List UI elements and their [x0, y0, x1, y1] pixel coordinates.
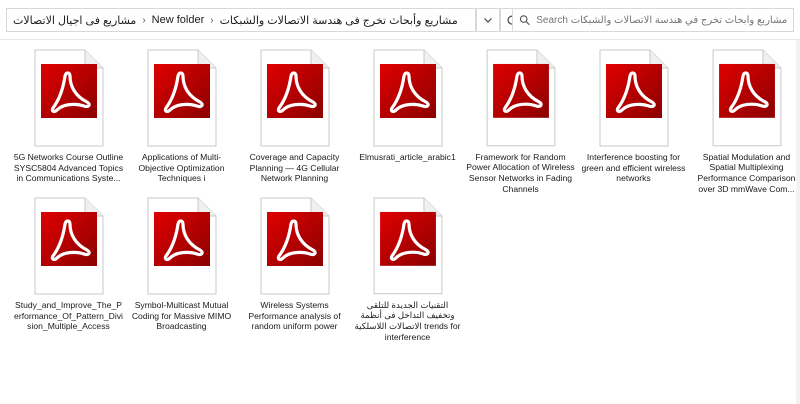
- search-icon: [519, 15, 530, 26]
- file-name: Spatial Modulation and Spatial Multiplex…: [697, 151, 796, 194]
- file-name: التقنيات الجديدة للتلقى وتخفيف التداخل ف…: [354, 299, 461, 342]
- file-item[interactable]: التقنيات الجديدة للتلقى وتخفيف التداخل ف…: [351, 194, 464, 342]
- file-item[interactable]: Symbol-Multicast Mutual Coding for Massi…: [125, 194, 238, 342]
- pdf-file-icon: [147, 197, 216, 295]
- file-item[interactable]: Applications of Multi-Objective Optimiza…: [125, 46, 238, 194]
- file-item[interactable]: Elmusrati_article_arabic1: [351, 46, 464, 194]
- file-grid: 5G Networks Course Outline SYSC5804 Adva…: [12, 46, 800, 342]
- file-name: Framework for Random Power Allocation of…: [466, 151, 575, 194]
- file-name: Applications of Multi-Objective Optimiza…: [138, 152, 225, 184]
- file-item[interactable]: Coverage and Capacity Planning — 4G Cell…: [238, 46, 351, 194]
- pdf-file-icon: [373, 197, 442, 295]
- breadcrumb-item[interactable]: مشاريع وأبحاث تخرج فى هندسة الاتصالات وا…: [220, 14, 458, 27]
- file-list-view: 5G Networks Course Outline SYSC5804 Adva…: [0, 40, 800, 404]
- pdf-file-icon: [486, 49, 555, 147]
- breadcrumb-item[interactable]: مشاريع فى اجيال الاتصالات: [13, 14, 136, 27]
- file-name: Elmusrati_article_arabic1: [359, 152, 456, 162]
- file-item[interactable]: Spatial Modulation and Spatial Multiplex…: [690, 46, 800, 194]
- file-name: Study_and_Improve_The_Performance_Of_Pat…: [14, 300, 123, 332]
- address-bar[interactable]: مشاريع فى اجيال الاتصالات › New folder ›…: [6, 8, 476, 32]
- breadcrumb-separator-icon: ›: [210, 14, 214, 26]
- file-item[interactable]: Interference boosting for green and effi…: [577, 46, 690, 194]
- pdf-file-icon: [260, 49, 329, 147]
- pdf-file-icon: [712, 49, 781, 147]
- file-name: Symbol-Multicast Mutual Coding for Massi…: [131, 300, 232, 332]
- pdf-file-icon: [260, 197, 329, 295]
- breadcrumb-item[interactable]: New folder: [152, 14, 205, 26]
- pdf-file-icon: [34, 197, 103, 295]
- pdf-file-icon: [34, 49, 103, 147]
- breadcrumb-separator-icon: ›: [142, 14, 146, 26]
- file-name: Coverage and Capacity Planning — 4G Cell…: [249, 152, 340, 184]
- chevron-down-icon: [484, 18, 492, 23]
- pdf-file-icon: [373, 49, 442, 147]
- explorer-toolbar: مشاريع فى اجيال الاتصالات › New folder ›…: [0, 0, 800, 40]
- file-name: 5G Networks Course Outline SYSC5804 Adva…: [13, 152, 124, 184]
- file-item[interactable]: Wireless Systems Performance analysis of…: [238, 194, 351, 342]
- pdf-file-icon: [599, 49, 668, 147]
- search-input[interactable]: [536, 14, 787, 26]
- file-item[interactable]: 5G Networks Course Outline SYSC5804 Adva…: [12, 46, 125, 194]
- search-box[interactable]: [512, 8, 794, 32]
- scrollbar-track[interactable]: [796, 40, 800, 404]
- address-dropdown-button[interactable]: [476, 8, 500, 32]
- file-name: Wireless Systems Performance analysis of…: [248, 300, 341, 332]
- file-name: Interference boosting for green and effi…: [581, 152, 686, 184]
- file-item[interactable]: Framework for Random Power Allocation of…: [464, 46, 577, 194]
- pdf-file-icon: [147, 49, 216, 147]
- file-item[interactable]: Study_and_Improve_The_Performance_Of_Pat…: [12, 194, 125, 342]
